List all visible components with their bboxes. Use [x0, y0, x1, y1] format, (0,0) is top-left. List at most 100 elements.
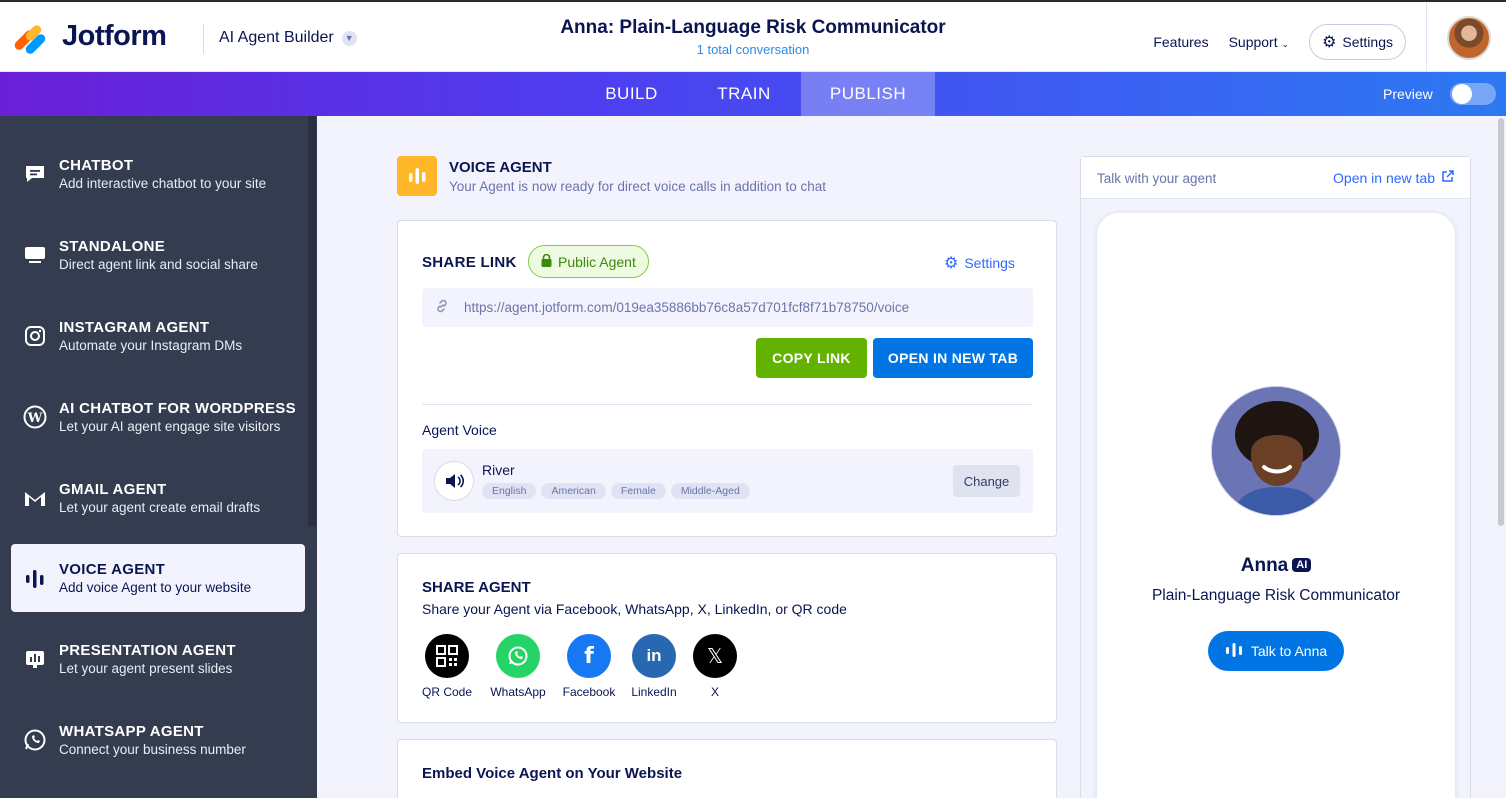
- voice-tag: Female: [610, 483, 666, 499]
- sidebar-item-voice-agent[interactable]: VOICE AGENT Add voice Agent to your websi…: [11, 544, 305, 612]
- share-option-label: X: [710, 685, 719, 699]
- sidebar-item-title: WHATSAPP AGENT: [59, 723, 204, 740]
- presentation-icon: [11, 648, 59, 670]
- x-icon: 𝕏: [693, 634, 737, 678]
- chevron-down-icon: ⌄: [1281, 39, 1290, 49]
- talk-with-agent-label: Talk with your agent: [1097, 171, 1217, 186]
- support-label: Support: [1228, 34, 1278, 50]
- sidebar-item-desc: Connect your business number: [59, 742, 246, 757]
- sidebar: CHATBOT Add interactive chatbot to your s…: [0, 116, 317, 798]
- monitor-icon: [11, 245, 59, 265]
- agent-avatar: [1211, 386, 1341, 516]
- divider: [422, 404, 1033, 405]
- share-linkedin[interactable]: in LinkedIn: [628, 634, 680, 699]
- sidebar-item-title: PRESENTATION AGENT: [59, 642, 236, 659]
- change-voice-button[interactable]: Change: [953, 465, 1020, 497]
- sidebar-item-standalone[interactable]: STANDALONE Direct agent link and social s…: [11, 221, 305, 289]
- share-agent-title: SHARE AGENT: [422, 579, 531, 596]
- sidebar-item-title: AI CHATBOT FOR WORDPRESS: [59, 400, 296, 417]
- copy-link-button[interactable]: COPY LINK: [756, 338, 867, 378]
- sidebar-item-desc: Direct agent link and social share: [59, 257, 258, 272]
- ai-badge: AI: [1292, 558, 1312, 572]
- share-option-label: WhatsApp: [490, 685, 546, 699]
- share-qr-code[interactable]: QR Code: [418, 634, 476, 699]
- agent-name: Anna AI: [1097, 555, 1455, 577]
- voice-icon: [1225, 641, 1243, 662]
- tab-build[interactable]: BUILD: [578, 72, 685, 116]
- linkedin-icon: in: [632, 634, 676, 678]
- voice-name: River: [482, 462, 515, 478]
- share-url-field[interactable]: https://agent.jotform.com/019ea35886bb76…: [422, 288, 1033, 327]
- svg-text:W: W: [27, 411, 43, 426]
- whatsapp-icon: [11, 728, 59, 752]
- agent-name-text: Anna: [1240, 555, 1289, 576]
- share-x[interactable]: 𝕏 X: [692, 634, 738, 699]
- talk-button-label: Talk to Anna: [1250, 643, 1328, 659]
- chat-icon: [11, 164, 59, 184]
- embed-title: Embed Voice Agent on Your Website: [422, 765, 683, 782]
- qr-code-icon: [425, 634, 469, 678]
- sidebar-item-title: CHATBOT: [59, 157, 134, 174]
- sidebar-item-desc: Add voice Agent to your website: [59, 580, 252, 595]
- open-new-tab-label: Open in new tab: [1333, 170, 1435, 186]
- header-divider: [1426, 2, 1427, 74]
- public-agent-badge[interactable]: Public Agent: [528, 245, 649, 278]
- support-dropdown[interactable]: Support ⌄: [1229, 34, 1289, 50]
- voice-tag: American: [541, 483, 606, 499]
- whatsapp-icon: [496, 634, 540, 678]
- sidebar-item-desc: Add interactive chatbot to your site: [59, 176, 267, 191]
- link-icon: [434, 298, 450, 317]
- sidebar-item-chatbot[interactable]: CHATBOT Add interactive chatbot to your s…: [11, 140, 305, 208]
- voice-agent-heading: VOICE AGENT Your Agent is now ready for …: [397, 156, 826, 196]
- public-agent-label: Public Agent: [558, 253, 636, 270]
- agent-voice-label: Agent Voice: [422, 422, 497, 438]
- user-avatar[interactable]: [1447, 16, 1491, 60]
- gmail-icon: [11, 489, 59, 507]
- open-in-new-tab-button[interactable]: OPEN IN NEW TAB: [873, 338, 1033, 378]
- external-link-icon: [1441, 170, 1454, 186]
- page-scrollbar[interactable]: [1498, 118, 1504, 526]
- settings-button[interactable]: ⚙ Settings: [1309, 24, 1406, 60]
- preview-panel: Talk with your agent Open in new tab Ann…: [1080, 156, 1471, 798]
- sidebar-item-title: VOICE AGENT: [59, 561, 166, 578]
- embed-card: Embed Voice Agent on Your Website: [397, 739, 1057, 798]
- tab-bar: BUILD TRAIN PUBLISH Preview: [0, 72, 1506, 116]
- share-whatsapp[interactable]: WhatsApp: [487, 634, 549, 699]
- features-link[interactable]: Features: [1153, 34, 1208, 50]
- voice-agent-title: VOICE AGENT: [449, 159, 552, 176]
- sidebar-item-desc: Automate your Instagram DMs: [59, 338, 243, 353]
- agent-preview-phone: Anna AI Plain-Language Risk Communicator …: [1097, 213, 1455, 798]
- sidebar-item-whatsapp[interactable]: WHATSAPP AGENT Connect your business numb…: [11, 706, 305, 774]
- voice-tag: Middle-Aged: [670, 483, 750, 499]
- tab-publish[interactable]: PUBLISH: [801, 72, 935, 116]
- share-facebook[interactable]: f Facebook: [559, 634, 619, 699]
- share-url-text: https://agent.jotform.com/019ea35886bb76…: [464, 300, 910, 315]
- sidebar-item-wordpress[interactable]: W AI CHATBOT FOR WORDPRESS Let your AI ag…: [11, 383, 305, 451]
- agent-role: Plain-Language Risk Communicator: [1151, 587, 1401, 604]
- sidebar-item-gmail[interactable]: GMAIL AGENT Let your agent create email d…: [11, 464, 305, 532]
- sidebar-item-presentation[interactable]: PRESENTATION AGENT Let your agent present…: [11, 625, 305, 693]
- share-settings-link[interactable]: ⚙ Settings: [944, 253, 1015, 273]
- tab-train[interactable]: TRAIN: [688, 72, 800, 116]
- share-link-card: SHARE LINK Public Agent ⚙ Settings https…: [397, 220, 1057, 537]
- sidebar-item-title: GMAIL AGENT: [59, 481, 167, 498]
- talk-to-agent-button[interactable]: Talk to Anna: [1208, 631, 1344, 671]
- voice-agent-icon: [397, 156, 437, 196]
- voice-agent-subtitle: Your Agent is now ready for direct voice…: [449, 179, 826, 194]
- sidebar-item-instagram[interactable]: INSTAGRAM AGENT Automate your Instagram D…: [11, 302, 305, 370]
- instagram-icon: [11, 325, 59, 347]
- preview-panel-header: Talk with your agent Open in new tab: [1081, 157, 1470, 199]
- settings-label: Settings: [1342, 34, 1393, 50]
- share-option-label: QR Code: [421, 685, 473, 699]
- gear-icon: ⚙: [944, 255, 959, 272]
- sidebar-scrollbar[interactable]: [308, 116, 316, 526]
- speaker-icon[interactable]: [434, 461, 474, 501]
- preview-label: Preview: [1383, 86, 1433, 102]
- sidebar-item-title: STANDALONE: [59, 238, 166, 255]
- agent-voice-box: River English American Female Middle-Age…: [422, 449, 1033, 513]
- share-option-label: Facebook: [562, 685, 616, 699]
- preview-toggle[interactable]: [1450, 83, 1496, 105]
- open-in-new-tab-link[interactable]: Open in new tab: [1333, 170, 1454, 186]
- sidebar-item-desc: Let your AI agent engage site visitors: [59, 419, 281, 434]
- lock-icon: [541, 253, 552, 270]
